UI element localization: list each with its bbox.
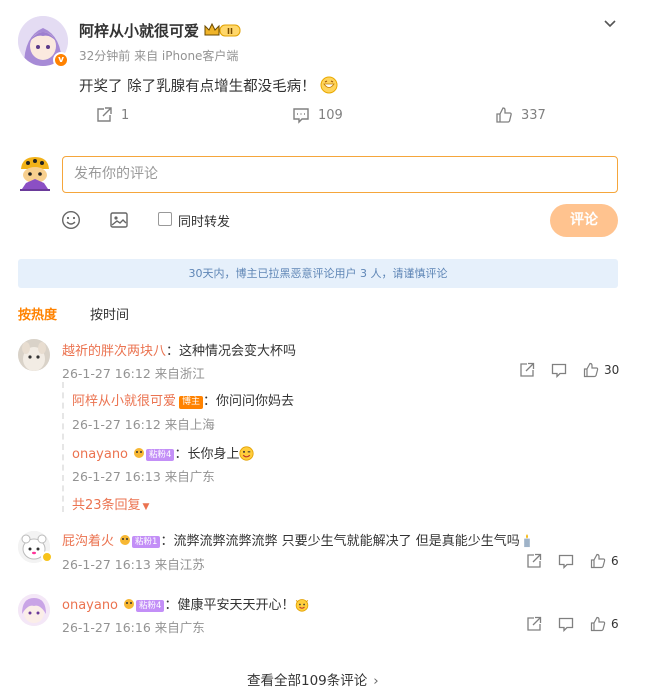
caret-down-icon: ▼ [142,502,150,512]
comment-text-line: 越祈的胖次两块八：这种情况会变大杯吗 [62,340,296,359]
thumbs-up-icon [496,107,512,123]
comment-username[interactable]: 屁沟着火 [62,534,114,549]
chevron-down-icon[interactable] [602,16,618,32]
current-user-avatar[interactable] [18,155,52,191]
repost-checkbox-label: 同时转发 [178,215,231,230]
fan-badge-icon [124,599,135,609]
post-time: 32分钟前 [79,49,131,63]
view-all-comments-link[interactable]: 查看全部109条评论 › [247,669,379,689]
verified-badge-icon: v [53,52,69,68]
comment-input[interactable]: 发布你的评论 [62,156,618,193]
comment-text: ：这种情况会变大杯吗 [166,344,297,359]
comment-text: ：流弊流弊流弊流弊 只要少生气就能解决了 但是真能少生气吗 [160,534,520,549]
like-count: 6 [611,554,619,568]
fan-badge-icon [134,448,145,458]
repost-count: 1 [121,107,130,123]
comment-meta: 26-1-27 16:12 来自浙江 [62,366,205,381]
like-count: 6 [611,617,619,631]
comment-username[interactable]: onayano [62,598,118,613]
tab-sort-hot[interactable]: 按热度 [18,304,57,323]
comment-meta: 26-1-27 16:16 来自广东 [62,620,205,635]
fan-level-badge: 粘粉4 [146,449,175,461]
crown-level-badge-icon: II [204,22,241,37]
like-count: 30 [604,363,620,377]
comment-username[interactable]: 越祈的胖次两块八 [62,344,166,359]
thumbs-up-icon[interactable] [583,362,599,378]
reply-meta: 26-1-27 16:13 来自广东 [72,469,215,484]
like-button[interactable]: 337 [495,106,546,124]
reply-meta: 26-1-27 16:12 来自上海 [72,417,215,432]
view-all-label: 查看全部109条评论 [247,673,368,689]
reply-username[interactable]: 阿梓从小就很可爱 [72,394,176,409]
comment-button[interactable]: 109 [292,106,343,124]
post-source: 来自 iPhone客户端 [134,49,239,63]
comment-icon[interactable] [551,362,567,378]
thumbs-up-icon[interactable] [590,553,606,569]
post-text: 开奖了 除了乳腺有点增生都没毛病！ [79,79,316,95]
repost-button[interactable]: 1 [95,106,129,124]
comment-icon[interactable] [558,616,574,632]
comment-count: 109 [318,107,343,123]
share-icon[interactable] [519,362,535,378]
share-icon[interactable] [526,553,542,569]
member-badge-icon [41,551,53,563]
reply-text: ：你问问你妈去 [203,394,295,409]
post-meta: 32分钟前 来自 iPhone客户端 [79,47,238,64]
cheer-emoji-icon [296,599,309,612]
fan-level-badge: 粘粉1 [132,536,161,548]
fan-level-badge: 粘粉4 [136,600,165,612]
post-author-name[interactable]: 阿梓从小就很可爱 [79,20,199,41]
chevron-right-icon: › [373,673,379,689]
avatar[interactable] [18,339,50,371]
reply-text-line: onayano 粘粉4 ：长你身上 [72,443,255,462]
more-replies-label: 共23条回复 [72,498,141,513]
repost-checkbox[interactable] [158,212,172,226]
reply-text: ：长你身上 [174,447,240,462]
reply-text-line: 阿梓从小就很可爱 博主 ：你问问你妈去 [72,390,294,409]
tab-sort-time[interactable]: 按时间 [90,304,129,323]
post-content: 开奖了 除了乳腺有点增生都没毛病！ [79,75,338,96]
submit-comment-button[interactable]: 评论 [550,204,618,237]
comment-text: ：健康平安天天开心！ [164,598,295,613]
fan-badge-icon [120,535,131,545]
comment-icon[interactable] [558,553,574,569]
comment-text-line: onayano 粘粉4 ：健康平安天天开心！ [62,594,310,613]
comment-meta: 26-1-27 16:13 来自江苏 [62,557,205,572]
svg-text:II: II [227,27,233,36]
reply-username[interactable]: onayano [72,447,128,462]
image-icon[interactable] [109,210,129,230]
like-count: 337 [521,107,546,123]
host-badge: 博主 [179,396,204,409]
comment-text-line: 屁沟着火 粘粉1 ：流弊流弊流弊流弊 只要少生气就能解决了 但是真能少生气吗 [62,530,534,549]
laughing-emoji-icon [320,76,338,94]
share-icon[interactable] [526,616,542,632]
thumbs-up-icon[interactable] [590,616,606,632]
more-replies-link[interactable]: 共23条回复 ▼ [72,494,149,513]
emoji-icon[interactable] [61,210,81,230]
share-icon [97,107,112,122]
wink-emoji-icon [239,446,255,461]
candle-emoji-icon [523,533,530,548]
comment-icon [293,108,309,124]
avatar[interactable] [18,594,50,626]
block-notice: 30天内，博主已拉黑恶意评论用户 3 人，请谨慎评论 [18,259,618,288]
